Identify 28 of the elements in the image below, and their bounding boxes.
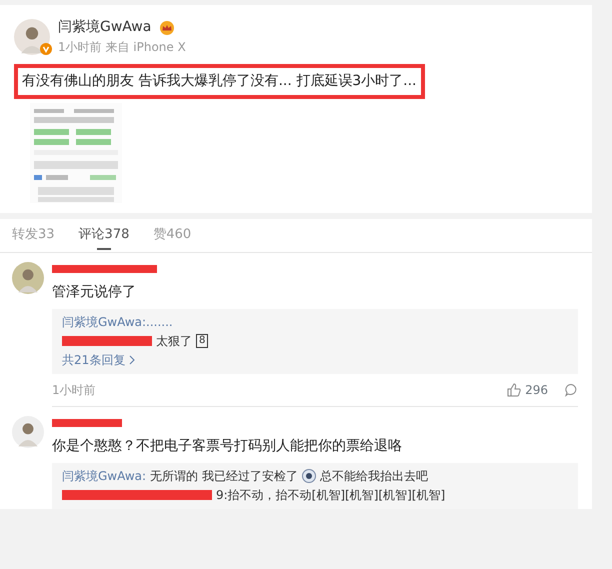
tab[interactable]: 转发33 [12,223,55,252]
redaction-bar [52,418,122,426]
post-text: 有没有佛山的朋友 告诉我大爆乳停了没有... 打底延误3小时了... [14,64,425,99]
emoji-badge: 8 [196,334,208,348]
like-button[interactable]: 296 [507,380,548,398]
tab[interactable]: 赞460 [153,223,192,252]
tab[interactable]: 评论378 [78,223,130,252]
post-meta: 1小时前 来自 iPhone X [58,39,186,56]
avatar [12,262,44,294]
more-replies-link[interactable]: 共21条回复 [62,350,136,370]
reply-text: 总不能给我抬出去吧 [320,468,428,484]
thumbs-up-icon [507,382,522,396]
reply-text: 9:抬不动，抬不动[机智][机智][机智][机智] [216,486,446,504]
comment-text: 管泽元说停了 [52,282,137,302]
comment-button[interactable] [564,382,578,396]
emoji-icon [302,469,316,483]
author-name[interactable]: 闫紫境GwAwa [58,17,152,38]
reply-author-link[interactable]: 闫紫境GwAwa:....... [62,312,173,332]
crown-icon [159,20,176,34]
reply-author-link[interactable]: 闫紫境GwAwa: [62,466,146,486]
verified-badge-icon [40,42,52,54]
comment-time: 1小时前 [52,382,96,398]
reply-text: 太狠了 [156,332,192,350]
avatar [12,416,44,448]
avatar [14,18,50,54]
reply-text: 无所谓的 我已经过了安检了 [150,468,298,484]
comment-text: 你是个憨憨？不把电子客票号打码别人能把你的票给退咯 [52,436,403,456]
chevron-right-icon [129,355,136,365]
